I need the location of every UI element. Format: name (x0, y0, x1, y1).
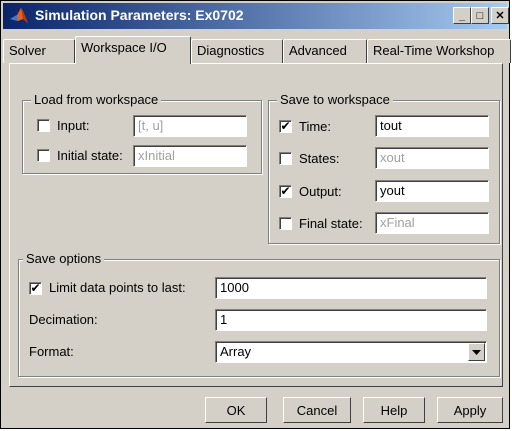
format-label: Format: (29, 344, 74, 359)
close-button[interactable]: ✕ (491, 7, 509, 24)
chevron-down-icon (472, 350, 481, 355)
time-label: Time: (299, 119, 332, 134)
minimize-icon: _ (458, 9, 466, 22)
workspace-io-panel: Load from workspace Input: [t, u] Initia… (9, 63, 503, 387)
minimize-button[interactable]: _ (453, 7, 471, 24)
tab-diagnostics[interactable]: Diagnostics (191, 39, 283, 63)
initial-state-label: Initial state: (57, 148, 123, 163)
cancel-button[interactable]: Cancel (283, 397, 351, 423)
group-title: Load from workspace (31, 92, 162, 107)
states-checkbox[interactable] (279, 152, 292, 165)
limit-data-points-checkbox[interactable]: ✔ (29, 282, 42, 295)
close-icon: ✕ (495, 10, 505, 22)
states-label: States: (299, 151, 340, 166)
time-checkbox[interactable]: ✔ (279, 120, 292, 133)
load-from-workspace-group: Load from workspace Input: [t, u] Initia… (22, 92, 262, 174)
save-to-workspace-group: Save to workspace ✔ Time: tout States: x… (268, 92, 500, 244)
group-title: Save to workspace (277, 92, 393, 107)
states-field[interactable]: xout (375, 147, 489, 169)
simulation-parameters-dialog: Simulation Parameters: Ex0702 _ □ ✕ Solv… (0, 0, 511, 429)
final-state-checkbox[interactable] (279, 217, 292, 230)
save-options-group: Save options ✔ Limit data points to last… (18, 251, 500, 377)
apply-button[interactable]: Apply (437, 397, 503, 423)
tab-strip: Solver Workspace I/O Diagnostics Advance… (3, 36, 511, 64)
input-label: Input: (57, 118, 90, 133)
limit-data-points-field[interactable]: 1000 (215, 277, 487, 299)
dropdown-arrow-button[interactable] (468, 343, 485, 361)
decimation-label: Decimation: (29, 312, 98, 327)
tab-workspace-io[interactable]: Workspace I/O (75, 36, 191, 64)
output-label: Output: (299, 184, 342, 199)
maximize-button[interactable]: □ (471, 7, 489, 24)
initial-state-checkbox[interactable] (37, 149, 50, 162)
window-title: Simulation Parameters: Ex0702 (35, 7, 244, 23)
tab-solver[interactable]: Solver (3, 39, 75, 63)
ok-button[interactable]: OK (205, 397, 267, 423)
initial-state-field[interactable]: xInitial (133, 145, 247, 167)
title-bar[interactable]: Simulation Parameters: Ex0702 _ □ ✕ (3, 3, 509, 29)
decimation-field[interactable]: 1 (215, 309, 487, 331)
matlab-logo-icon (10, 8, 28, 23)
tab-real-time-workshop[interactable]: Real-Time Workshop (367, 39, 511, 63)
format-dropdown[interactable]: Array (215, 341, 487, 363)
final-state-label: Final state: (299, 216, 363, 231)
limit-data-points-label: Limit data points to last: (49, 280, 186, 295)
output-field[interactable]: yout (375, 180, 489, 202)
input-field[interactable]: [t, u] (133, 115, 247, 137)
group-title: Save options (23, 251, 105, 266)
help-button[interactable]: Help (363, 397, 425, 423)
maximize-icon: □ (476, 9, 484, 22)
tab-advanced[interactable]: Advanced (283, 39, 367, 63)
format-value: Array (220, 344, 252, 359)
time-field[interactable]: tout (375, 115, 489, 137)
input-checkbox[interactable] (37, 119, 50, 132)
final-state-field[interactable]: xFinal (375, 212, 489, 234)
output-checkbox[interactable]: ✔ (279, 185, 292, 198)
